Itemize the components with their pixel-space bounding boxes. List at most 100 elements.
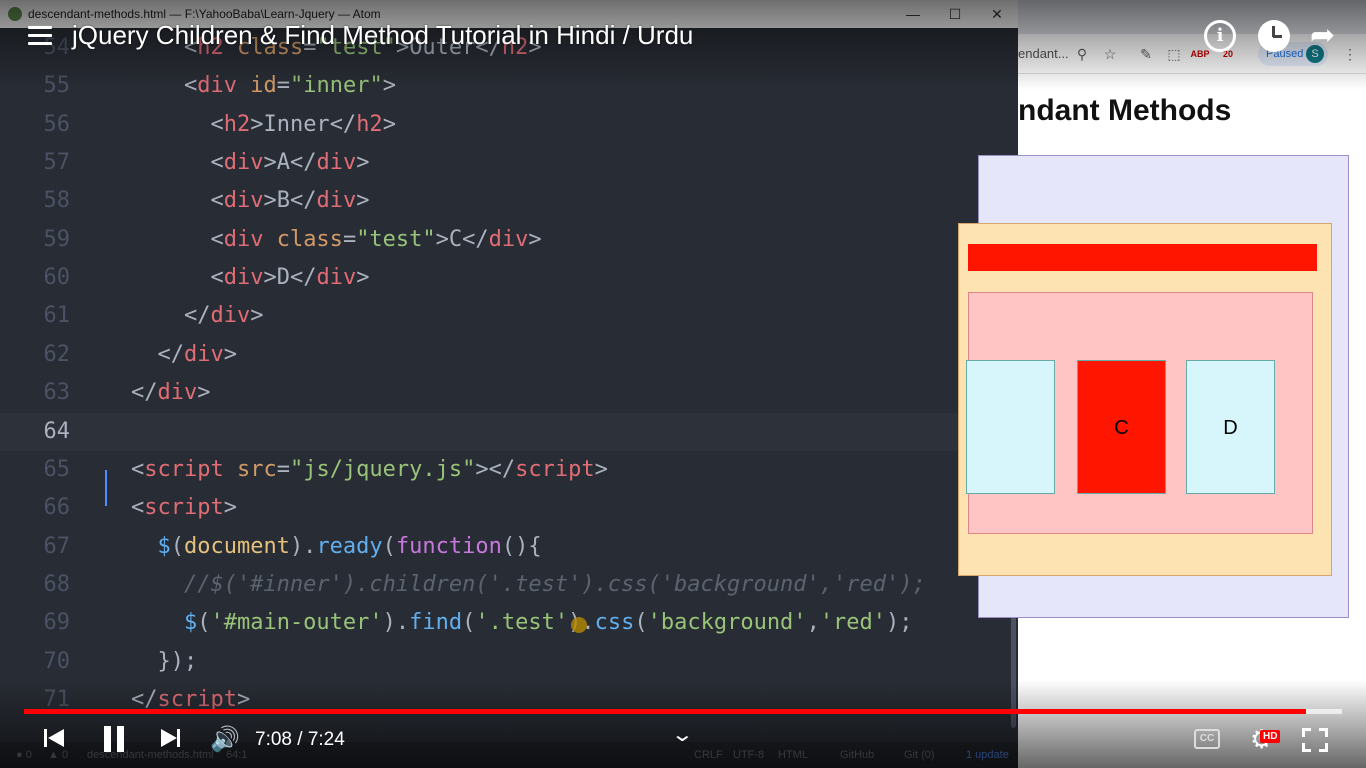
code-token: C <box>448 226 463 252</box>
line-number: 68 <box>43 571 71 597</box>
line-source: //$('#inner').children('.test').css('bac… <box>78 566 926 604</box>
code-token: div <box>183 341 224 367</box>
share-icon[interactable]: ➦ <box>1310 20 1342 52</box>
fullscreen-icon[interactable] <box>1302 728 1328 752</box>
code-line[interactable]: 60 <div>D</div> <box>0 259 1010 297</box>
close-button[interactable]: ✕ <box>982 4 1012 24</box>
line-source: <div>A</div> <box>78 144 369 182</box>
text-cursor <box>105 470 107 506</box>
line-ending[interactable]: CRLF <box>694 749 723 761</box>
code-token: h2 <box>223 111 251 137</box>
code-token: Inner <box>263 111 330 137</box>
menu-icon[interactable] <box>28 26 52 48</box>
code-line[interactable]: 55 <div id="inner"> <box>0 67 1010 105</box>
code-line[interactable]: 57 <div>A</div> <box>0 144 1010 182</box>
code-token: div <box>316 150 357 176</box>
captions-button[interactable]: CC <box>1194 729 1220 749</box>
eyedropper-extension-icon[interactable]: ✎ <box>1136 44 1156 64</box>
code-token: function <box>395 533 502 559</box>
code-token: </ <box>289 188 317 214</box>
code-token: div <box>210 303 251 329</box>
address-bar[interactable]: endant... <box>1018 46 1069 61</box>
menu-dots-icon[interactable]: ⋮ <box>1340 44 1360 64</box>
bookmark-star-icon[interactable]: ☆ <box>1100 44 1120 64</box>
line-number: 70 <box>43 648 71 674</box>
line-number: 64 <box>43 418 71 444</box>
code-line[interactable]: 66 <script> <box>0 489 1010 527</box>
update-indicator[interactable]: 1 update <box>966 749 1009 761</box>
code-token: ( <box>382 533 396 559</box>
code-token: 'background' <box>647 610 807 636</box>
grammar-selector[interactable]: HTML <box>778 749 808 761</box>
code-token: > <box>263 188 277 214</box>
line-source: <div id="inner"> <box>78 67 396 105</box>
mouse-pointer-highlight <box>571 617 587 633</box>
code-line[interactable]: 59 <div class="test">C</div> <box>0 221 1010 259</box>
code-line[interactable]: 56 <h2>Inner</h2> <box>0 106 1010 144</box>
code-token: > <box>382 73 396 99</box>
warning-count[interactable]: ▲ 0 <box>48 749 68 761</box>
code-token: > <box>263 265 277 291</box>
code-token: $ <box>78 533 171 559</box>
chevron-down-icon[interactable]: ⌄ <box>671 722 694 747</box>
git-button[interactable]: Git (0) <box>904 749 935 761</box>
outer-heading-highlight <box>968 244 1317 271</box>
code-token: > <box>356 188 370 214</box>
code-token: > <box>594 456 608 482</box>
code-line[interactable]: 70 }); <box>0 643 1010 681</box>
code-token: ( <box>197 610 211 636</box>
atom-app-icon <box>8 7 22 21</box>
code-line[interactable]: 61 </div> <box>0 297 1010 335</box>
watch-later-clock-icon[interactable] <box>1258 20 1290 52</box>
code-token: = <box>276 73 290 99</box>
line-source: }); <box>78 643 197 681</box>
code-line[interactable]: 67 $(document).ready(function(){ <box>0 528 1010 566</box>
code-token: </ <box>78 341 184 367</box>
code-token: < <box>78 495 145 521</box>
line-source: <script src="js/jquery.js"></script> <box>78 451 608 489</box>
code-line[interactable]: 65 <script src="js/jquery.js"></script> <box>0 451 1010 489</box>
code-editor[interactable]: 54 <h2 class="test">Outer</h2> 55 <div id… <box>0 28 1018 768</box>
github-button[interactable]: GitHub <box>840 749 874 761</box>
code-token: class <box>263 226 343 252</box>
code-token: id <box>236 73 277 99</box>
previous-icon[interactable] <box>42 726 66 750</box>
code-line[interactable]: 63 </div> <box>0 374 1010 412</box>
volume-icon[interactable]: 🔊 <box>210 727 240 753</box>
code-line[interactable]: 62 </div> <box>0 336 1010 374</box>
code-token: div <box>223 150 264 176</box>
code-token: ). <box>289 533 317 559</box>
line-number: 60 <box>43 265 71 291</box>
maximize-button[interactable]: ☐ <box>940 4 970 24</box>
code-line[interactable]: 68 //$('#inner').children('.test').css('… <box>0 566 1010 604</box>
line-number: 62 <box>43 341 71 367</box>
next-icon[interactable] <box>158 726 182 750</box>
video-progress-bar[interactable] <box>24 709 1342 714</box>
line-source: </div> <box>78 374 211 412</box>
code-token: ></ <box>475 456 516 482</box>
video-title[interactable]: jQuery Children & Find Method Tutorial i… <box>72 20 693 51</box>
hd-badge: HD <box>1260 730 1281 743</box>
extension-icon[interactable]: ⬚ <box>1164 44 1184 64</box>
code-line[interactable]: 58 <div>B</div> <box>0 182 1010 220</box>
code-token: > <box>223 495 237 521</box>
info-icon[interactable]: i <box>1204 20 1236 52</box>
code-token: div <box>197 73 237 99</box>
code-token: "test" <box>356 226 436 252</box>
code-line[interactable]: 64 <box>0 412 1010 451</box>
zoom-icon[interactable]: ⚲ <box>1072 44 1092 64</box>
adblock-extension-icon[interactable]: ABP <box>1190 44 1210 64</box>
code-token: div <box>488 226 529 252</box>
minimize-button[interactable]: — <box>898 4 928 24</box>
code-token: div <box>157 380 198 406</box>
code-line[interactable]: 69 $('#main-outer').find('.test').css('b… <box>0 604 1010 642</box>
page-heading: ndant Methods <box>1018 94 1232 127</box>
code-token: > <box>382 111 396 137</box>
code-token: </ <box>329 111 357 137</box>
error-count[interactable]: ● 0 <box>16 749 32 761</box>
code-token: '#main-outer' <box>210 610 383 636</box>
file-encoding[interactable]: UTF-8 <box>733 749 764 761</box>
atom-window: descendant-methods.html — F:\YahooBaba\L… <box>0 0 1018 768</box>
pause-icon[interactable] <box>102 726 126 752</box>
code-token: script <box>515 456 595 482</box>
